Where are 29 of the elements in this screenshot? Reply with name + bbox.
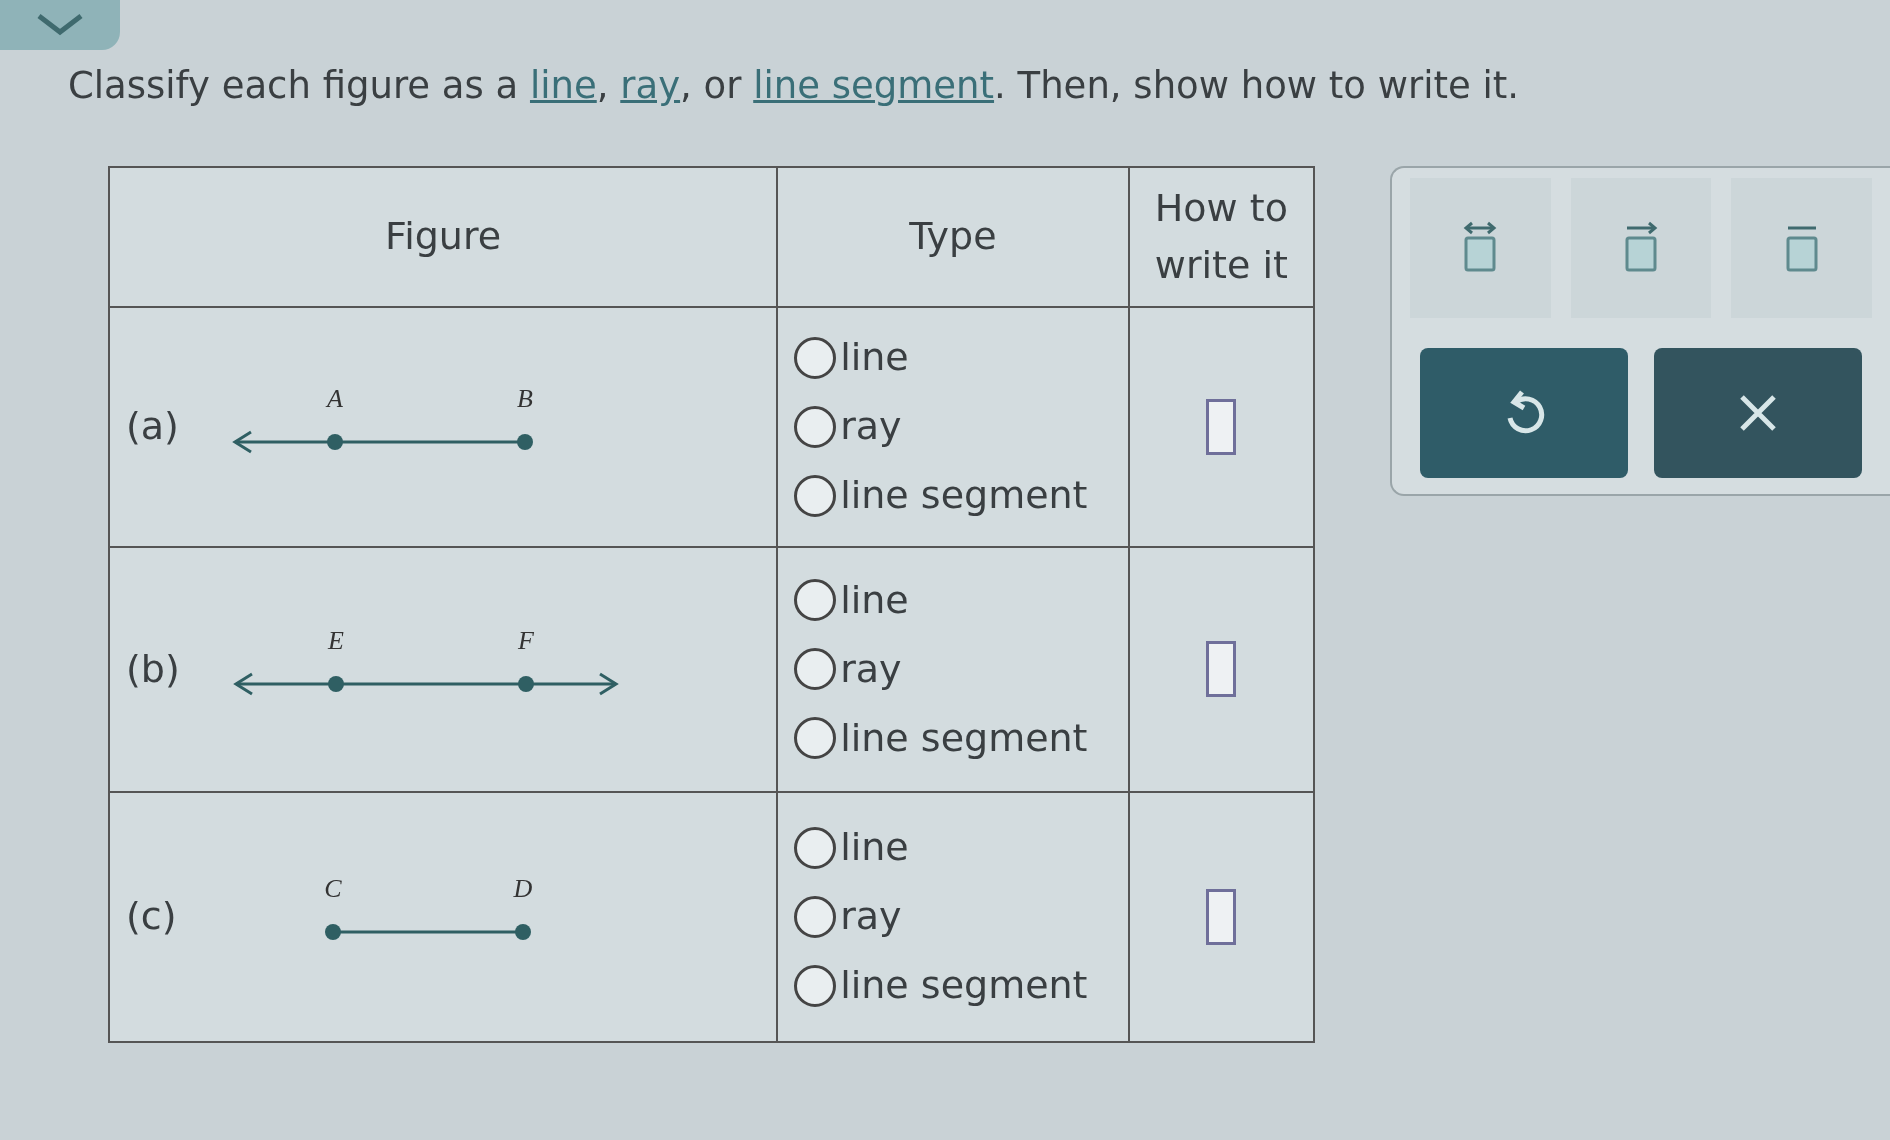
figure-drawing: A B xyxy=(194,371,635,482)
type-radio-option[interactable]: line xyxy=(794,329,1112,386)
figure-drawing: E F xyxy=(195,614,636,724)
instruction-text: Classify each figure as a line, ray, or line segment. Then, show how to write it. xyxy=(68,63,1521,109)
type-radio-option[interactable]: ray xyxy=(794,640,1112,698)
figure-drawing: C D xyxy=(192,861,633,972)
type-radio-option[interactable]: line segment xyxy=(794,709,1112,767)
type-radio-option[interactable]: line segment xyxy=(794,467,1112,524)
row-label: (c) xyxy=(126,893,177,940)
answer-box[interactable] xyxy=(1206,888,1237,945)
answer-box[interactable] xyxy=(1206,398,1237,455)
glossary-link[interactable]: line segment xyxy=(753,64,995,107)
row-label: (b) xyxy=(126,645,180,693)
glossary-link[interactable]: ray xyxy=(620,64,681,107)
type-radio-option[interactable]: line xyxy=(794,819,1112,876)
row-label: (a) xyxy=(126,403,179,450)
column-header: How to write it xyxy=(1128,166,1314,307)
collapse-tab[interactable] xyxy=(0,0,120,50)
chevron-down-icon xyxy=(35,14,85,36)
column-header: Type xyxy=(777,166,1129,307)
type-radio-option[interactable]: ray xyxy=(794,888,1112,945)
type-radio-option[interactable]: ray xyxy=(794,398,1112,455)
answer-box[interactable] xyxy=(1206,641,1237,697)
column-header: Figure xyxy=(109,166,778,307)
undo-button[interactable] xyxy=(1420,347,1628,478)
type-radio-option[interactable]: line segment xyxy=(794,957,1112,1014)
glossary-link[interactable]: line xyxy=(529,64,597,107)
clear-button[interactable] xyxy=(1654,347,1862,478)
type-radio-option[interactable]: line xyxy=(794,571,1112,629)
